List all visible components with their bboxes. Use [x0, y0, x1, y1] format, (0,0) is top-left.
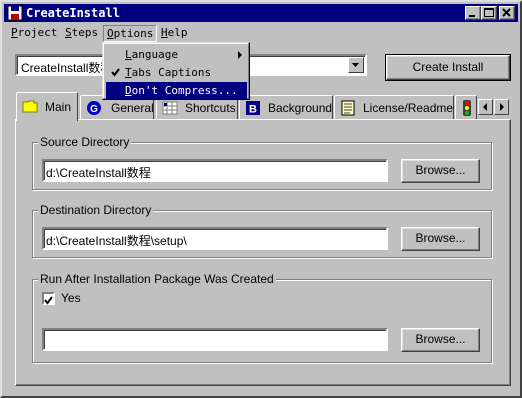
title-bar[interactable]: CreateInstall: [4, 4, 518, 22]
run-after-label: Run After Installation Package Was Creat…: [38, 272, 276, 286]
close-button[interactable]: [499, 6, 515, 20]
run-after-browse-button[interactable]: Browse...: [401, 328, 480, 352]
destination-browse-button[interactable]: Browse...: [401, 227, 480, 251]
floppy-disk-icon: [7, 5, 23, 21]
checkmark-icon: [111, 68, 120, 77]
tab-background[interactable]: B Background: [239, 95, 333, 120]
g-circle-icon: G: [87, 101, 101, 115]
menu-steps[interactable]: Steps: [62, 25, 101, 42]
tab-scroll-left-button[interactable]: [478, 99, 493, 115]
arrow-right-icon: [500, 103, 504, 111]
tab-main[interactable]: Main: [16, 92, 78, 121]
run-after-program-input[interactable]: [42, 328, 388, 351]
maximize-icon: [484, 8, 494, 17]
source-directory-group: Source Directory d:\CreateInstall数程 Brow…: [32, 135, 492, 190]
run-after-checkbox-label: Yes: [61, 291, 81, 305]
project-combobox-value: CreateInstall数程: [21, 61, 113, 75]
svg-text:G: G: [90, 104, 98, 115]
combobox-dropdown-button[interactable]: [348, 57, 364, 73]
document-icon: [341, 100, 355, 116]
destination-directory-input[interactable]: d:\CreateInstall数程\setup\: [42, 227, 388, 250]
chevron-down-icon: [352, 63, 359, 67]
menu-bar: Project Steps Options Help: [4, 23, 518, 43]
run-after-checkbox[interactable]: [42, 292, 55, 305]
traffic-light-icon: [463, 100, 471, 116]
checkmark-icon: [44, 296, 53, 305]
tab-scroll-right-button[interactable]: [494, 99, 509, 115]
minimize-button[interactable]: [465, 6, 481, 20]
b-square-icon: B: [246, 101, 260, 116]
close-icon: [502, 8, 511, 17]
menu-item-tabs-captions[interactable]: Tabs Captions: [106, 64, 247, 81]
window-title: CreateInstall: [26, 6, 120, 20]
tab-label: License/Readme: [363, 101, 454, 115]
arrow-left-icon: [483, 103, 487, 111]
tab-label: Background: [268, 101, 333, 115]
run-after-group: Run After Installation Package Was Creat…: [32, 272, 492, 363]
main-tab-panel: Source Directory d:\CreateInstall数程 Brow…: [15, 119, 511, 386]
menu-item-dont-compress[interactable]: Don't Compress...: [106, 82, 247, 99]
menu-options[interactable]: Options: [103, 25, 158, 42]
svg-text:B: B: [249, 104, 257, 116]
source-browse-button[interactable]: Browse...: [401, 159, 480, 183]
tab-license-readme[interactable]: License/Readme: [334, 95, 454, 120]
createinstall-window: CreateInstall Project Steps Options Help…: [0, 0, 522, 398]
submenu-arrow-icon: [238, 51, 242, 59]
tab-label: General: [111, 101, 154, 115]
destination-directory-label: Destination Directory: [38, 203, 154, 217]
tab-label: Shortcuts: [185, 101, 236, 115]
minimize-icon: [469, 15, 475, 17]
options-dropdown-menu: Language Tabs Captions Don't Compress...: [102, 42, 250, 100]
source-directory-input[interactable]: d:\CreateInstall数程: [42, 159, 388, 182]
destination-directory-group: Destination Directory d:\CreateInstall数程…: [32, 203, 492, 258]
maximize-button[interactable]: [481, 6, 497, 20]
menu-help[interactable]: Help: [158, 25, 191, 42]
create-install-button[interactable]: Create Install: [385, 54, 511, 81]
folder-icon: [22, 100, 38, 113]
source-directory-label: Source Directory: [38, 135, 132, 149]
menu-project[interactable]: Project: [8, 25, 60, 42]
tab-next-partial[interactable]: [455, 95, 477, 120]
menu-item-language[interactable]: Language: [106, 46, 247, 63]
tab-label: Main: [45, 100, 72, 114]
shortcuts-grid-icon: [162, 101, 178, 115]
